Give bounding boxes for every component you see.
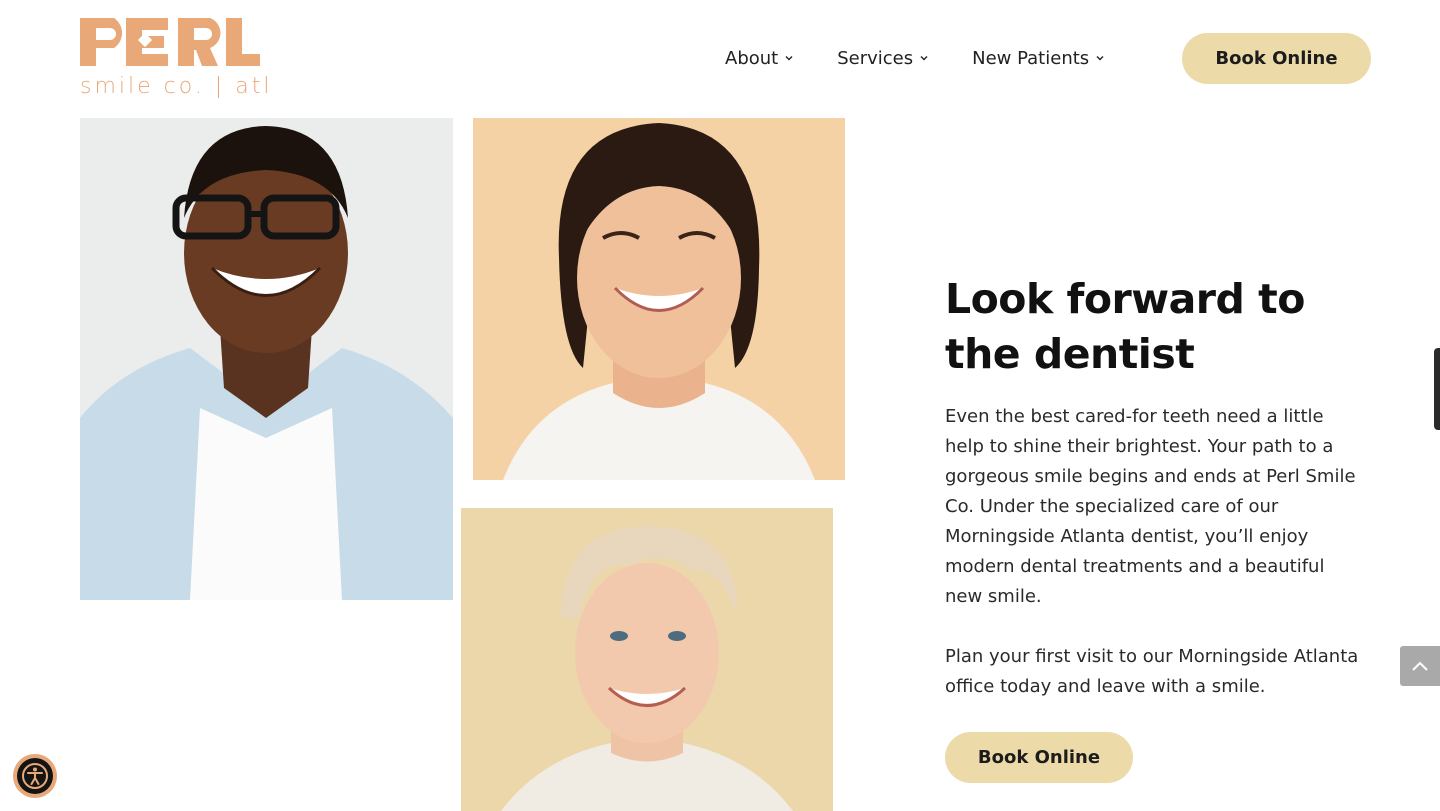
scroll-to-top-button[interactable] (1400, 646, 1440, 686)
side-tab-handle[interactable] (1434, 348, 1440, 430)
chevron-down-icon (920, 56, 928, 61)
hero-book-online-button[interactable]: Book Online (945, 732, 1133, 783)
accessibility-icon-bg (17, 758, 53, 794)
chevron-down-icon (1096, 56, 1104, 61)
accessibility-button[interactable] (13, 754, 57, 798)
nav-new-patients-label: New Patients (972, 47, 1090, 69)
hero-content: Look forward to the dentist Even the bes… (945, 272, 1365, 783)
nav-services[interactable]: Services (837, 48, 928, 69)
brand-logo[interactable]: smile co. | atl (80, 18, 269, 100)
hero-paragraph-2: Plan your first visit to our Morningside… (945, 646, 1359, 697)
chevron-down-icon (785, 56, 793, 61)
hero-headline: Look forward to the dentist (945, 275, 1305, 378)
header-book-online-button[interactable]: Book Online (1182, 33, 1371, 84)
perl-logo-mark (80, 18, 260, 66)
nav-about[interactable]: About (725, 48, 793, 69)
chevron-up-icon (1412, 661, 1428, 671)
photo-smiling-older-woman (461, 508, 833, 811)
main-nav: About Services New Patients (700, 33, 1148, 83)
nav-services-label: Services (837, 47, 914, 69)
photo-smiling-man (80, 118, 453, 600)
nav-new-patients[interactable]: New Patients (972, 48, 1104, 69)
hero-paragraph-1: Even the best cared-for teeth need a lit… (945, 406, 1356, 607)
brand-tagline: smile co. | atl (80, 74, 273, 99)
accessibility-icon (22, 763, 48, 789)
nav-about-label: About (725, 47, 779, 69)
photo-smiling-woman (473, 118, 845, 480)
